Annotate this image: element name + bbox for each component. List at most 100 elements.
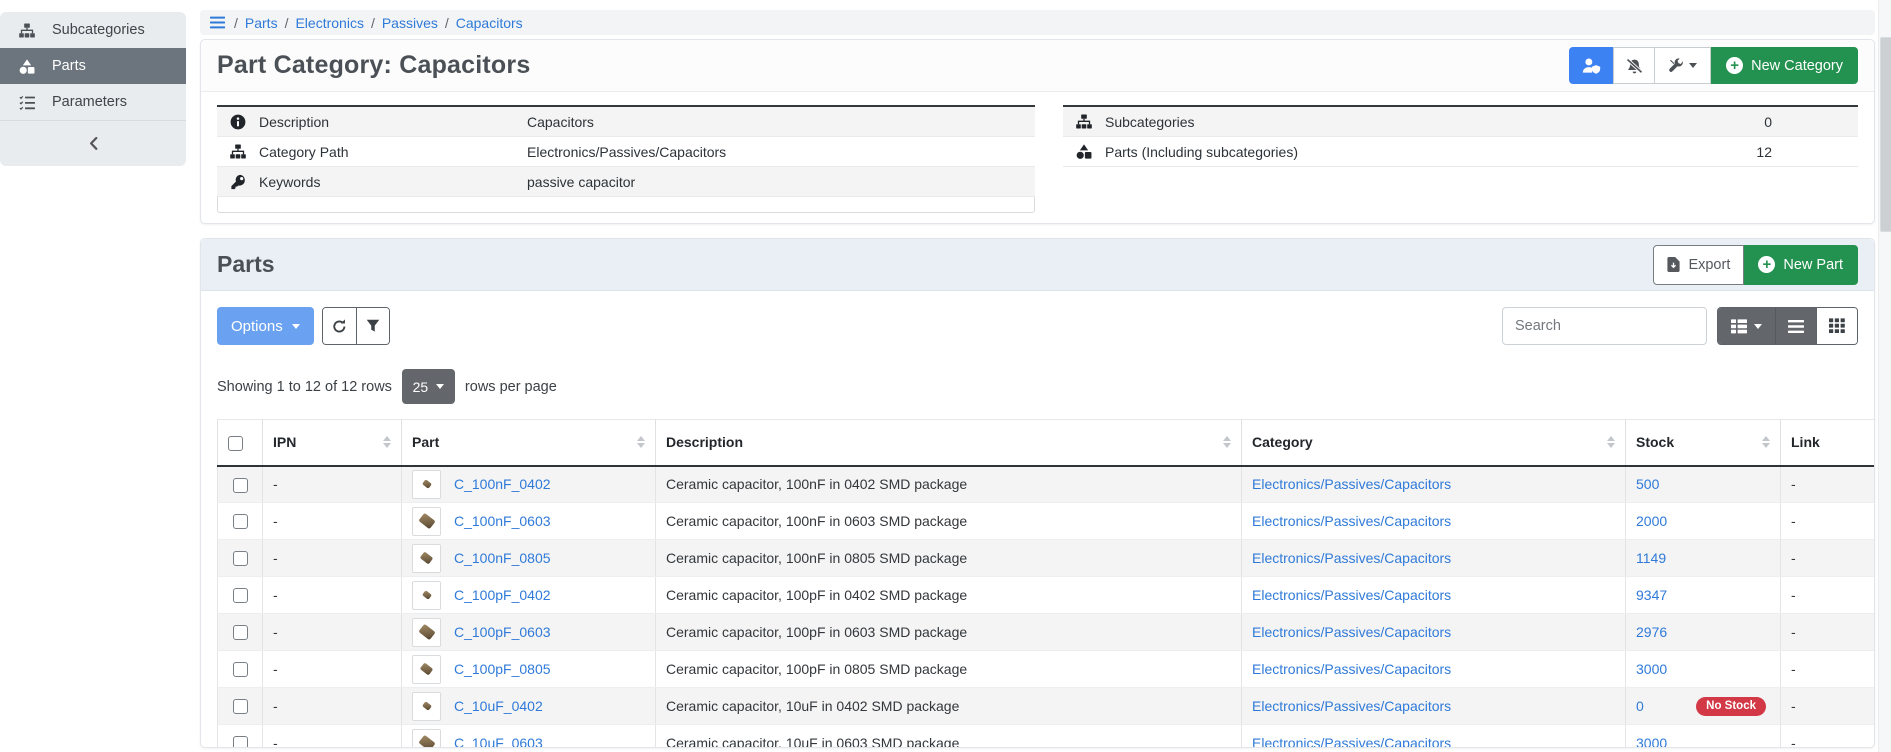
stock-link[interactable]: 0 <box>1636 698 1644 714</box>
new-part-button[interactable]: New Part <box>1744 245 1858 285</box>
stock-link[interactable]: 500 <box>1636 476 1659 492</box>
refresh-button[interactable] <box>323 308 356 344</box>
page-scrollbar[interactable] <box>1878 0 1891 752</box>
filter-icon <box>366 319 380 333</box>
new-category-button[interactable]: New Category <box>1711 47 1858 84</box>
part-row: -C_100pF_0402Ceramic capacitor, 100pF in… <box>218 577 1876 614</box>
export-label: Export <box>1688 257 1730 273</box>
stock-link[interactable]: 3000 <box>1636 735 1667 748</box>
column-header-stock[interactable]: Stock <box>1626 420 1781 466</box>
stock-link[interactable]: 9347 <box>1636 587 1667 603</box>
row-checkbox[interactable] <box>233 736 248 748</box>
breadcrumb-link-capacitors[interactable]: Capacitors <box>456 15 523 31</box>
options-button[interactable]: Options <box>217 307 314 345</box>
select-all-checkbox[interactable] <box>228 436 243 451</box>
breadcrumb-link-parts[interactable]: Parts <box>245 15 278 31</box>
part-link[interactable]: C_100nF_0603 <box>454 513 551 529</box>
row-checkbox[interactable] <box>233 699 248 714</box>
category-link[interactable]: Electronics/Passives/Capacitors <box>1252 587 1451 603</box>
capacitor-0402-thumb[interactable] <box>412 581 441 610</box>
filter-button[interactable] <box>356 308 389 344</box>
category-link[interactable]: Electronics/Passives/Capacitors <box>1252 476 1451 492</box>
capacitor-0805-thumb[interactable] <box>412 655 441 684</box>
part-link[interactable]: C_100pF_0603 <box>454 624 551 640</box>
subscribe-button[interactable] <box>1613 47 1655 84</box>
capacitor-0603-thumb[interactable] <box>412 507 441 536</box>
description-cell: Ceramic capacitor, 100nF in 0805 SMD pac… <box>656 540 1242 577</box>
sidebar-item-parameters[interactable]: Parameters <box>0 84 186 120</box>
new-part-label: New Part <box>1783 257 1843 273</box>
stock-link[interactable]: 2976 <box>1636 624 1667 640</box>
pagination-info: Showing 1 to 12 of 12 rows 25 rows per p… <box>217 369 1858 404</box>
part-link[interactable]: C_100nF_0402 <box>454 476 551 492</box>
row-checkbox[interactable] <box>233 662 248 677</box>
sidebar-item-label: Parts <box>52 58 86 74</box>
sort-icon <box>1223 436 1231 448</box>
ipn-cell: - <box>263 503 402 540</box>
capacitor-0603-thumb[interactable] <box>412 618 441 647</box>
sidebar-item-subcategories[interactable]: Subcategories <box>0 12 186 48</box>
category-link[interactable]: Electronics/Passives/Capacitors <box>1252 550 1451 566</box>
stock-link[interactable]: 2000 <box>1636 513 1667 529</box>
capacitor-0603-thumb[interactable] <box>412 729 441 749</box>
capacitor-0402-thumb[interactable] <box>412 692 441 721</box>
breadcrumb-separator: / <box>445 15 449 31</box>
sidebar-collapse-button[interactable] <box>0 120 186 166</box>
menu-icon[interactable] <box>210 15 225 30</box>
category-link[interactable]: Electronics/Passives/Capacitors <box>1252 661 1451 677</box>
wrench-icon <box>1668 58 1683 73</box>
part-row: - C_100nF_0603 Ceramic capacitor, 100nF in… <box>218 503 1876 540</box>
column-header-description[interactable]: Description <box>656 420 1242 466</box>
ipn-cell: - <box>263 651 402 688</box>
part-link[interactable]: C_100pF_0402 <box>454 587 551 603</box>
detail-row: Keywordspassive capacitor <box>217 167 1035 197</box>
category-link[interactable]: Electronics/Passives/Capacitors <box>1252 735 1451 748</box>
row-checkbox[interactable] <box>233 625 248 640</box>
sidebar-item-parts[interactable]: Parts <box>0 48 186 84</box>
th-grid-icon <box>1829 318 1845 334</box>
row-checkbox[interactable] <box>233 514 248 529</box>
part-link[interactable]: C_10uF_0402 <box>454 698 543 714</box>
description-cell: Ceramic capacitor, 100nF in 0603 SMD pac… <box>656 503 1242 540</box>
row-checkbox[interactable] <box>233 478 248 493</box>
category-counts-table: Subcategories0Parts (Including subcatego… <box>1063 105 1858 167</box>
breadcrumb-link-electronics[interactable]: Electronics <box>295 15 363 31</box>
breadcrumb-link-passives[interactable]: Passives <box>382 15 438 31</box>
ipn-cell: - <box>263 577 402 614</box>
scrollbar-thumb[interactable] <box>1880 37 1891 232</box>
row-checkbox[interactable] <box>233 588 248 603</box>
column-header-category[interactable]: Category <box>1242 420 1626 466</box>
row-checkbox[interactable] <box>233 551 248 566</box>
description-cell: Ceramic capacitor, 10uF in 0402 SMD pack… <box>656 688 1242 725</box>
grid-view-button[interactable] <box>1816 308 1857 344</box>
part-link[interactable]: C_10uF_0603 <box>454 735 543 748</box>
new-category-label: New Category <box>1751 58 1843 74</box>
category-link[interactable]: Electronics/Passives/Capacitors <box>1252 698 1451 714</box>
column-header-ipn[interactable]: IPN <box>263 420 402 466</box>
chevron-down-icon <box>436 384 444 389</box>
category-link[interactable]: Electronics/Passives/Capacitors <box>1252 513 1451 529</box>
info-icon <box>217 114 259 130</box>
capacitor-0805-thumb[interactable] <box>412 544 441 573</box>
category-link[interactable]: Electronics/Passives/Capacitors <box>1252 624 1451 640</box>
select-all-header <box>218 420 263 466</box>
column-header-part[interactable]: Part <box>402 420 656 466</box>
page-size-select[interactable]: 25 <box>402 369 455 404</box>
category-options-button[interactable] <box>1655 47 1711 84</box>
sort-icon <box>383 436 391 448</box>
export-button[interactable]: Export <box>1653 245 1744 285</box>
user-roles-button[interactable] <box>1569 47 1613 84</box>
link-cell: - <box>1781 688 1876 725</box>
part-link[interactable]: C_100pF_0805 <box>454 661 551 677</box>
list-icon <box>1788 319 1804 334</box>
sort-icon <box>1762 436 1770 448</box>
list-view-button[interactable] <box>1775 308 1816 344</box>
category-actions: New Category <box>1569 47 1858 84</box>
breadcrumb-separator: / <box>234 15 238 31</box>
search-input[interactable] <box>1502 307 1707 345</box>
stock-link[interactable]: 1149 <box>1636 550 1666 566</box>
stock-link[interactable]: 3000 <box>1636 661 1667 677</box>
columns-toggle-button[interactable] <box>1718 308 1775 344</box>
part-link[interactable]: C_100nF_0805 <box>454 550 551 566</box>
capacitor-0402-thumb[interactable] <box>412 470 441 499</box>
